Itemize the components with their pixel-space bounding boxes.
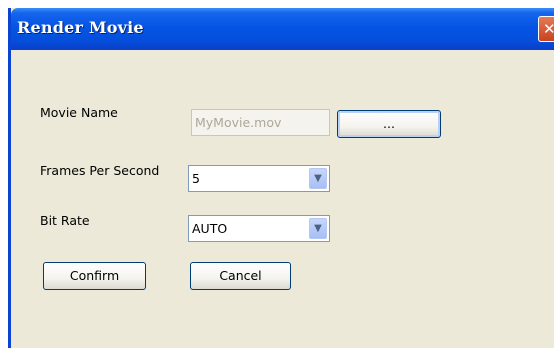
bit-rate-label: Bit Rate	[40, 213, 90, 228]
cancel-button[interactable]: Cancel	[190, 262, 291, 290]
close-button[interactable]: ✕	[538, 16, 554, 42]
confirm-button[interactable]: Confirm	[43, 262, 146, 290]
chevron-down-icon[interactable]: ▼	[309, 218, 327, 239]
fps-label: Frames Per Second	[40, 163, 160, 178]
bit-rate-select[interactable]: AUTO ▼	[188, 215, 330, 242]
fps-value: 5	[192, 171, 200, 186]
browse-button[interactable]: ...	[337, 110, 441, 138]
close-icon: ✕	[543, 20, 554, 38]
window-title: Render Movie	[17, 18, 144, 37]
render-movie-dialog: Render Movie ✕ Movie Name MyMovie.mov ..…	[8, 8, 554, 348]
chevron-down-icon[interactable]: ▼	[309, 168, 327, 189]
movie-name-label: Movie Name	[40, 105, 118, 120]
fps-select[interactable]: 5 ▼	[188, 165, 330, 192]
bit-rate-value: AUTO	[192, 221, 228, 236]
title-bar[interactable]: Render Movie ✕	[11, 8, 554, 50]
movie-name-input: MyMovie.mov	[191, 109, 330, 136]
